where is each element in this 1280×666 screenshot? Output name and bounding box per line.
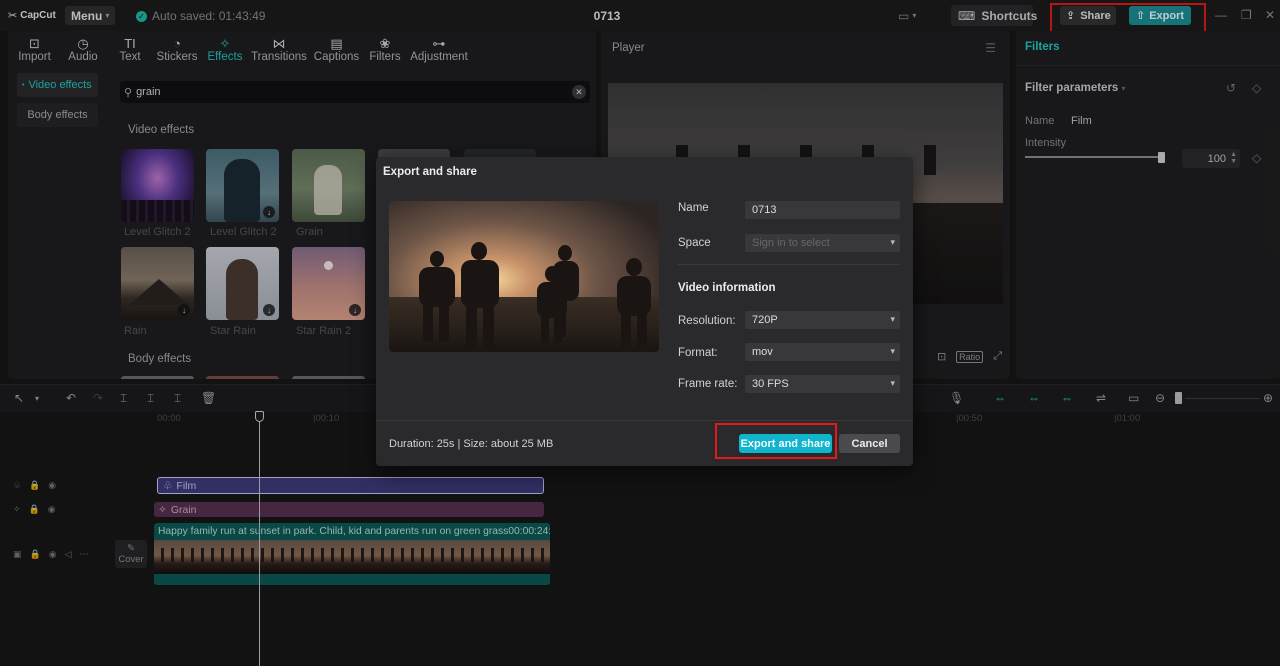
select-value: mov — [752, 346, 773, 358]
select-value: 720P — [752, 314, 778, 326]
dialog-title: Export and share — [383, 166, 477, 178]
select-placeholder: Sign in to select — [752, 237, 830, 249]
input-value: 0713 — [752, 204, 777, 216]
chevron-down-icon: ▾ — [890, 314, 895, 324]
space-label: Space — [678, 237, 711, 249]
cancel-button[interactable]: Cancel — [839, 434, 900, 453]
divider — [376, 420, 913, 421]
format-select[interactable]: mov ▾ — [745, 343, 900, 361]
export-info: Duration: 25s | Size: about 25 MB — [389, 438, 554, 450]
export-dialog: Export and share Name 0713 Space Sign in… — [376, 157, 913, 466]
chevron-down-icon: ▾ — [890, 346, 895, 356]
format-label: Format: — [678, 347, 718, 359]
name-label: Name — [678, 202, 709, 214]
export-preview-thumbnail — [389, 201, 659, 352]
resolution-select[interactable]: 720P ▾ — [745, 311, 900, 329]
space-select[interactable]: Sign in to select ▾ — [745, 234, 900, 252]
highlight-box-export-share — [715, 423, 837, 459]
video-information-title: Video information — [678, 282, 776, 294]
export-name-input[interactable]: 0713 — [745, 201, 900, 219]
chevron-down-icon: ▾ — [890, 378, 895, 388]
framerate-select[interactable]: 30 FPS ▾ — [745, 375, 900, 393]
divider — [678, 264, 900, 265]
chevron-down-icon: ▾ — [890, 237, 895, 247]
select-value: 30 FPS — [752, 378, 789, 390]
sunset-family-image — [389, 201, 659, 352]
framerate-label: Frame rate: — [678, 378, 738, 390]
resolution-label: Resolution: — [678, 315, 736, 327]
